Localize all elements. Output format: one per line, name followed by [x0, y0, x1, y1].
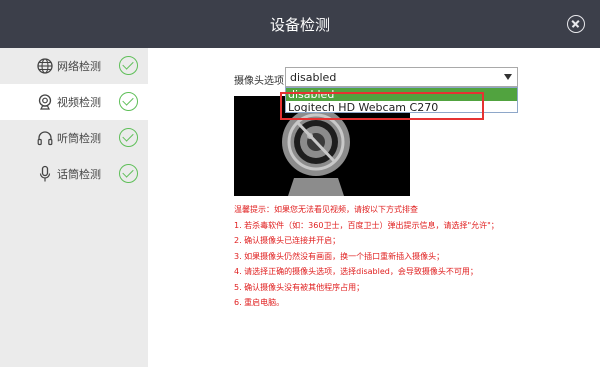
sidebar-item-label: 网络检测: [57, 60, 101, 73]
sidebar-item-label: 听筒检测: [57, 132, 101, 145]
sidebar-item-label: 视频检测: [57, 96, 101, 109]
tip-line: 2. 确认摄像头已连接并开启；: [234, 236, 341, 245]
microphone-icon: [39, 165, 51, 182]
camera-select-label: 摄像头选项: [234, 76, 284, 87]
sidebar-item-video[interactable]: 视频检测: [0, 84, 148, 120]
window-title: 设备检测: [269, 16, 330, 34]
tip-line: 6. 重启电脑。: [234, 298, 285, 307]
tip-heading: 温馨提示：如果您无法看见视频，请按以下方式排查: [234, 205, 418, 214]
title-bar: 设备检测: [0, 0, 600, 48]
sidebar-item-microphone[interactable]: 话筒检测: [0, 156, 148, 192]
sidebar-item-earpiece[interactable]: 听筒检测: [0, 120, 148, 156]
dropdown-arrow-icon[interactable]: [504, 74, 512, 80]
tip-line: 4. 请选择正确的摄像头选项，选择disabled，会导致摄像头不可用；: [234, 267, 478, 276]
sidebar: 网络检测 视频检测 听筒检测 话筒检测: [0, 48, 148, 367]
close-icon[interactable]: [567, 15, 585, 33]
tip-line: 3. 如果摄像头仍然没有画面，换一个插口重新插入摄像头；: [234, 251, 445, 261]
headphone-icon: [37, 131, 53, 146]
check-circle-icon: [119, 164, 138, 183]
check-circle-icon: [119, 56, 138, 75]
highlight-box: [280, 92, 484, 120]
globe-icon: [37, 58, 53, 74]
sidebar-item-network[interactable]: 网络检测: [0, 48, 148, 84]
camera-select[interactable]: disabled: [285, 67, 518, 87]
troubleshoot-tips: 温馨提示：如果您无法看见视频，请按以下方式排查 1. 若杀毒软件（如：360卫士…: [234, 202, 499, 311]
camera-select-value: disabled: [290, 71, 337, 84]
webcam-icon: [38, 94, 52, 110]
check-circle-icon: [119, 92, 138, 111]
check-circle-icon: [119, 128, 138, 147]
sidebar-item-label: 话筒检测: [57, 168, 101, 181]
tip-line: 1. 若杀毒软件（如：360卫士，百度卫士）弹出提示信息，请选择"允许"；: [234, 220, 499, 230]
tip-line: 5. 确认摄像头没有被其他程序占用；: [234, 282, 365, 292]
